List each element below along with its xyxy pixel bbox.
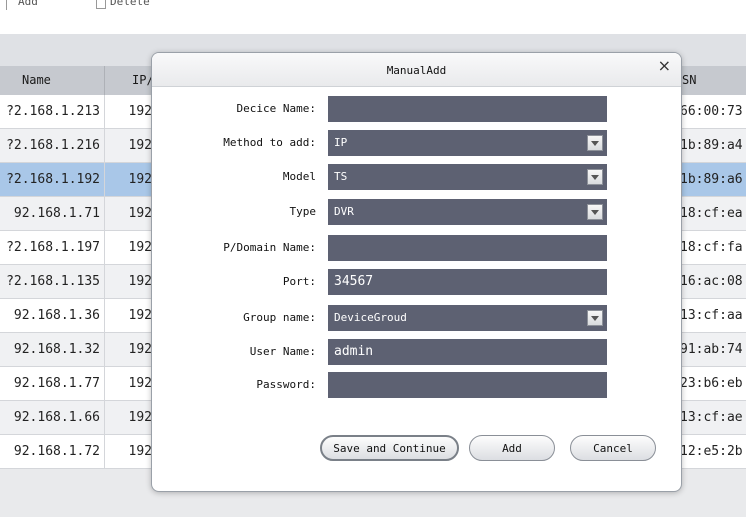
- cell-divider: [104, 163, 105, 196]
- cell-name: 92.168.1.72: [13, 444, 100, 459]
- device-name-label: Decice Name:: [236, 102, 316, 115]
- cell-ip: 192: [128, 444, 152, 459]
- save-and-continue-button[interactable]: Save and Continue: [320, 435, 459, 461]
- add-label: Add: [502, 442, 522, 455]
- user-label: User Name:: [249, 345, 316, 358]
- method-label: Method to add:: [223, 136, 316, 149]
- cell-name: 92.168.1.71: [13, 206, 100, 221]
- cell-name: ?2.168.1.135: [6, 274, 100, 289]
- cell-ip: 192: [128, 410, 152, 425]
- cell-ip: 192: [128, 376, 152, 391]
- cell-name: ?2.168.1.197: [6, 240, 100, 255]
- column-header-name[interactable]: Name: [22, 66, 51, 95]
- column-header-sn[interactable]: SN: [682, 66, 696, 95]
- cell-divider: [104, 401, 105, 434]
- cancel-button[interactable]: Cancel: [570, 435, 656, 461]
- domain-label: P/Domain Name:: [223, 241, 316, 254]
- group-value: DeviceGroud: [334, 311, 407, 324]
- chevron-down-icon[interactable]: [587, 169, 603, 185]
- type-value: DVR: [334, 205, 354, 218]
- trash-icon[interactable]: [96, 0, 106, 9]
- cell-ip: 192: [128, 206, 152, 221]
- chevron-down-icon[interactable]: [587, 204, 603, 220]
- cell-divider: [104, 231, 105, 264]
- model-label: Model: [282, 170, 316, 183]
- cell-divider: [104, 95, 105, 128]
- group-select[interactable]: DeviceGroud: [328, 305, 607, 331]
- add-button[interactable]: Add: [469, 435, 555, 461]
- user-name-value: admin: [334, 344, 374, 359]
- cell-ip: 192: [128, 172, 152, 187]
- type-select[interactable]: DVR: [328, 199, 607, 225]
- cell-name: 92.168.1.36: [13, 308, 100, 323]
- cell-sn: 13:cf:aa: [680, 308, 743, 323]
- dialog-title: ManualAdd: [386, 64, 447, 77]
- cancel-label: Cancel: [593, 442, 633, 455]
- cell-name: 92.168.1.32: [13, 342, 100, 357]
- group-label: Group name:: [243, 311, 316, 324]
- model-select[interactable]: TS: [328, 164, 607, 190]
- cell-name: ?2.168.1.216: [6, 138, 100, 153]
- password-field[interactable]: [328, 372, 607, 398]
- cell-sn: 18:cf:fa: [680, 240, 743, 255]
- toolbar-spacer: [0, 12, 746, 34]
- chevron-down-icon[interactable]: [587, 310, 603, 326]
- save-and-continue-label: Save and Continue: [333, 442, 446, 455]
- cell-divider: [104, 197, 105, 230]
- cell-name: 92.168.1.77: [13, 376, 100, 391]
- close-icon[interactable]: ×: [658, 56, 671, 76]
- chevron-down-icon[interactable]: [587, 135, 603, 151]
- cell-divider: [104, 367, 105, 400]
- cell-ip: 192: [128, 274, 152, 289]
- toolbar: Add Delete: [0, 0, 746, 12]
- port-value: 34567: [334, 274, 374, 289]
- cell-sn: 16:ac:08: [680, 274, 743, 289]
- toolbar-separator: [6, 0, 7, 10]
- cell-divider: [104, 333, 105, 366]
- domain-field[interactable]: [328, 235, 607, 261]
- dialog-title-bar[interactable]: ManualAdd: [152, 53, 681, 87]
- password-label: Password:: [256, 378, 316, 391]
- cell-divider: [104, 435, 105, 468]
- cell-ip: 192: [128, 240, 152, 255]
- port-label: Port:: [282, 275, 316, 288]
- delete-toolbar-button[interactable]: Delete: [110, 0, 150, 8]
- cell-divider: [104, 299, 105, 332]
- method-value: IP: [334, 136, 348, 149]
- cell-name: 92.168.1.66: [13, 410, 100, 425]
- user-name-field[interactable]: admin: [328, 339, 607, 365]
- port-field[interactable]: 34567: [328, 269, 607, 295]
- cell-ip: 192: [128, 104, 152, 119]
- cell-sn: 23:b6:eb: [680, 376, 743, 391]
- cell-sn: 12:e5:2b: [680, 444, 743, 459]
- model-value: TS: [334, 170, 348, 183]
- cell-sn: 1b:89:a4: [680, 138, 743, 153]
- cell-name: ?2.168.1.192: [6, 172, 100, 187]
- method-select[interactable]: IP: [328, 130, 607, 156]
- cell-name: ?2.168.1.213: [6, 104, 100, 119]
- cell-sn: 1b:89:a6: [680, 172, 743, 187]
- cell-sn: 13:cf:ae: [680, 410, 743, 425]
- cell-sn: 91:ab:74: [680, 342, 743, 357]
- cell-ip: 192: [128, 342, 152, 357]
- add-toolbar-button[interactable]: Add: [18, 0, 38, 8]
- device-name-field[interactable]: [328, 96, 607, 122]
- type-label: Type: [289, 205, 317, 218]
- cell-ip: 192: [128, 138, 152, 153]
- column-divider[interactable]: [104, 66, 105, 95]
- cell-sn: 66:00:73: [680, 104, 743, 119]
- cell-divider: [104, 129, 105, 162]
- manual-add-dialog: ManualAdd × Decice Name: Method to add: …: [151, 52, 682, 492]
- cell-ip: 192: [128, 308, 152, 323]
- cell-divider: [104, 265, 105, 298]
- cell-sn: 18:cf:ea: [680, 206, 743, 221]
